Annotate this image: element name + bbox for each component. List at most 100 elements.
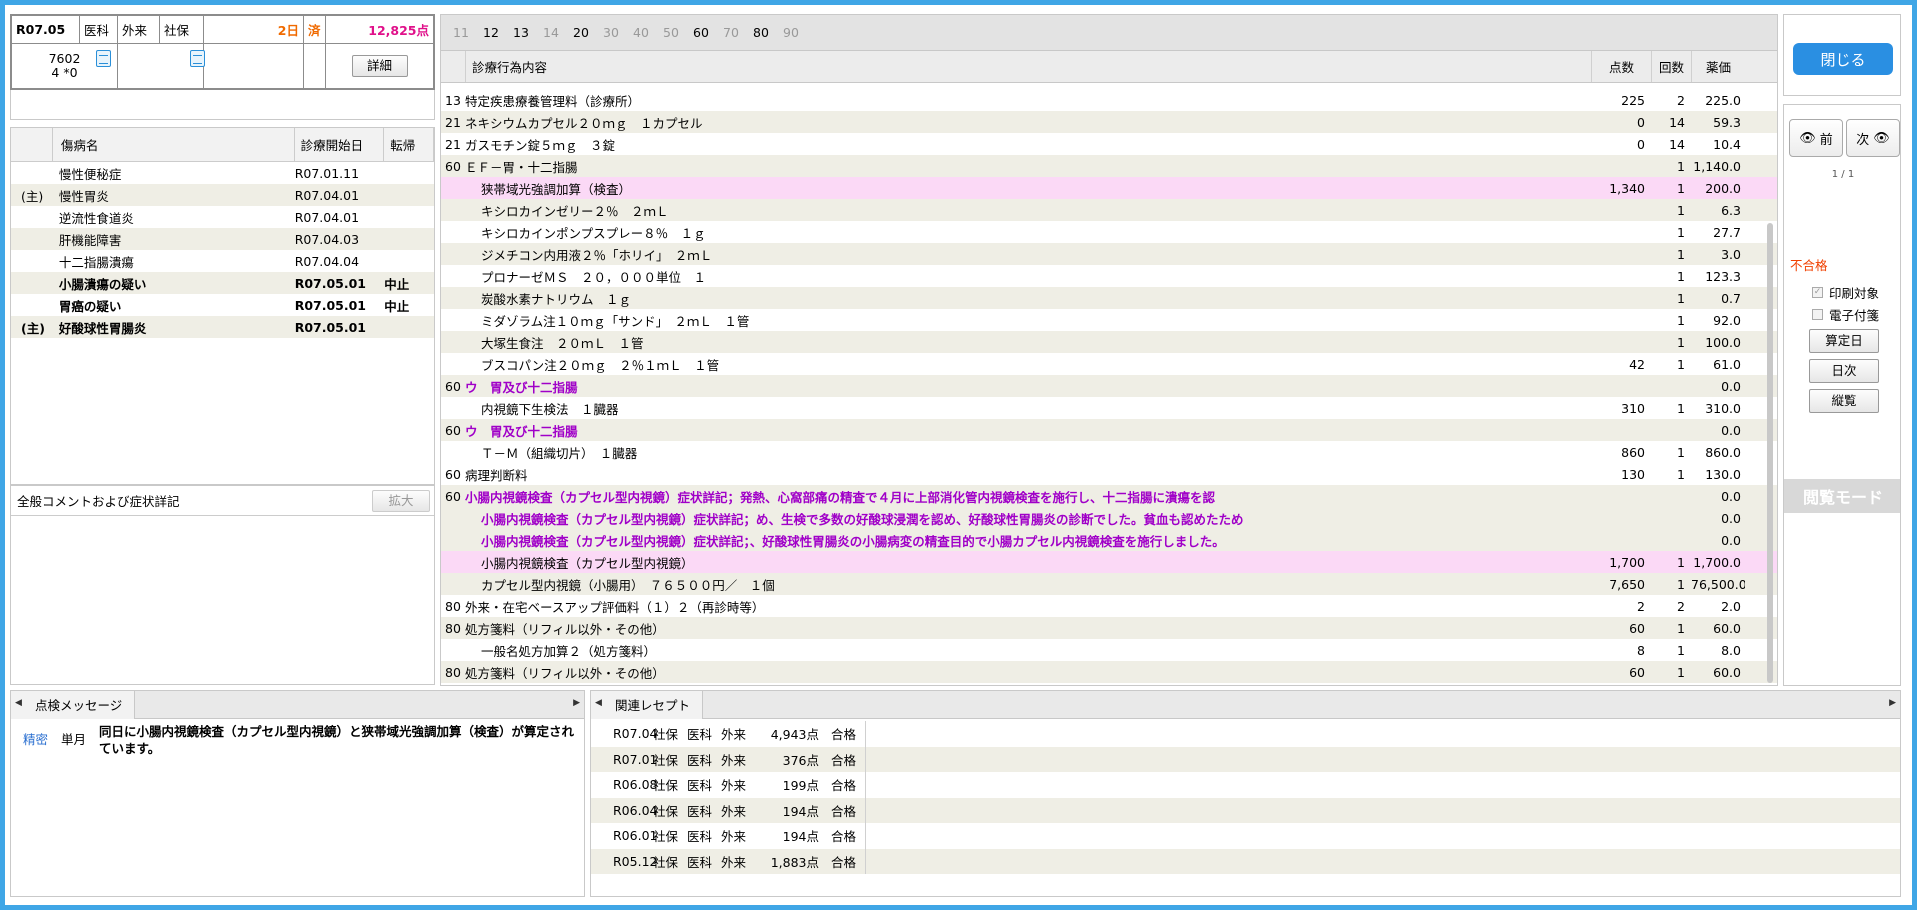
treatment-row[interactable]: 60 病理判断料 130 1 130.0 (441, 463, 1777, 485)
scroll-right-icon[interactable]: ▶ (573, 698, 580, 708)
col-treatment[interactable]: 診療行為内容 (465, 51, 1591, 82)
related-dept: 医科 (687, 829, 713, 845)
treatment-row[interactable]: 60 小腸内視鏡検査（カプセル型内視鏡）症状詳記；発熱、心窩部痛の精査で４月に上部… (441, 485, 1777, 507)
disease-row[interactable]: 肝機能障害 R07.04.03 (11, 228, 434, 250)
treatment-row[interactable]: Ｔ－Ｍ（組織切片） １臓器 860 1 860.0 (441, 441, 1777, 463)
related-receipt-row[interactable]: R07.04 社保 医科 外来 4,943点 合格 (591, 721, 1900, 747)
tab-day-13[interactable]: 13 (513, 25, 543, 40)
treatment-count: 1 (1677, 620, 1685, 636)
checkbox-checked-icon: ✓ (1812, 287, 1823, 298)
calc-day-button[interactable]: 算定日 (1809, 329, 1879, 353)
expand-button[interactable]: 拡大 (372, 489, 430, 512)
treatment-row[interactable]: 大塚生食注 ２０ｍＬ １管 1 100.0 (441, 331, 1777, 353)
treatment-count: 1 (1677, 202, 1685, 218)
scroll-left-icon[interactable]: ◀ (15, 698, 22, 708)
treatment-row[interactable]: 13 特定疾患療養管理料（診療所） 225 2 225.0 (441, 89, 1777, 111)
related-receipt-row[interactable]: R07.01 社保 医科 外来 376点 合格 (591, 746, 1900, 772)
treatment-points: 1,340 (1609, 180, 1645, 196)
treatment-amount: 27.7 (1713, 224, 1741, 240)
treatment-name: 小腸内視鏡検査（カプセル型内視鏡）症状詳記；発熱、心窩部痛の精査で４月に上部消化… (465, 489, 1216, 505)
tab-day-40[interactable]: 40 (633, 25, 663, 40)
tab-related-receipts[interactable]: 関連レセプト (591, 691, 704, 719)
next-button[interactable]: 次 👁 (1846, 119, 1900, 157)
tab-day-20[interactable]: 20 (573, 25, 603, 40)
list-view-button[interactable]: 縦覧 (1809, 389, 1879, 413)
disease-row[interactable]: (主) 慢性胃炎 R07.04.01 (11, 184, 434, 206)
treatment-code: 80 (445, 620, 461, 636)
tab-day-60[interactable]: 60 (693, 25, 723, 40)
treatment-row[interactable]: 80 外来・在宅ベースアップ評価料（１）２（再診時等） 2 2 2.0 (441, 595, 1777, 617)
scroll-right-icon[interactable]: ▶ (1889, 698, 1896, 708)
disease-row[interactable]: 十二指腸潰瘍 R07.04.04 (11, 250, 434, 272)
tab-day-70[interactable]: 70 (723, 25, 753, 40)
disease-row[interactable]: 慢性便秘症 R07.01.11 (11, 162, 434, 184)
daily-button[interactable]: 日次 (1809, 359, 1879, 383)
col-disease-name[interactable]: 傷病名 (53, 128, 295, 161)
treatment-list-header: 診療行為内容 点数 回数 薬価 (441, 51, 1777, 83)
treatment-row[interactable]: 小腸内視鏡検査（カプセル型内視鏡）症状詳記；、好酸球性胃腸炎の小腸病変の精査目的… (441, 529, 1777, 551)
check-kind[interactable]: 精密 (17, 723, 61, 757)
treatment-row[interactable]: 小腸内視鏡検査（カプセル型内視鏡） 1,700 1 1,700.0 (441, 551, 1777, 573)
treatment-amount: 59.3 (1713, 114, 1741, 130)
treatment-row[interactable]: 60 ウ 胃及び十二指腸 0.0 (441, 375, 1777, 397)
treatment-row[interactable]: 炭酸水素ナトリウム １ｇ 1 0.7 (441, 287, 1777, 309)
related-date: R06.08 (613, 777, 658, 793)
treatment-row[interactable]: ミダゾラム注１０ｍｇ「サンド」 ２ｍＬ １管 1 92.0 (441, 309, 1777, 331)
disease-table-header: 傷病名 診療開始日 転帰 (11, 128, 434, 162)
tab-day-30[interactable]: 30 (603, 25, 633, 40)
tab-day-50[interactable]: 50 (663, 25, 693, 40)
disease-prefix: (主) (21, 188, 44, 204)
document-icon[interactable] (96, 50, 111, 67)
treatment-row[interactable]: キシロカインゼリー２％ ２ｍＬ 1 6.3 (441, 199, 1777, 221)
scroll-left-icon[interactable]: ◀ (595, 698, 602, 708)
treatment-row[interactable]: 21 ネキシウムカプセル２０ｍｇ １カプセル 0 14 59.3 (441, 111, 1777, 133)
print-checkbox[interactable]: ✓ 印刷対象 (1812, 283, 1879, 302)
disease-row[interactable]: 小腸潰瘍の疑い R07.05.01 中止 (11, 272, 434, 294)
related-receipt-row[interactable]: R06.01 社保 医科 外来 194点 合格 (591, 823, 1900, 849)
tab-day-80[interactable]: 80 (753, 25, 783, 40)
document-icon[interactable] (190, 50, 205, 67)
esign-checkbox[interactable]: 電子付箋 (1812, 305, 1879, 324)
disease-row[interactable]: 胃癌の疑い R07.05.01 中止 (11, 294, 434, 316)
col-points[interactable]: 点数 (1591, 51, 1651, 82)
receipt-visit: 外来 (117, 15, 160, 44)
treatment-points: 7,650 (1609, 576, 1645, 592)
tab-day-90[interactable]: 90 (783, 25, 813, 40)
tab-day-11[interactable]: 11 (453, 25, 483, 40)
col-drug-price[interactable]: 薬価 (1691, 51, 1745, 82)
related-receipt-row[interactable]: R05.12 社保 医科 外来 1,883点 合格 (591, 848, 1900, 874)
prev-button[interactable]: 👁 前 (1789, 119, 1843, 157)
treatment-points: 42 (1629, 356, 1645, 372)
treatment-row[interactable]: 80 処方箋料（リフィル以外・その他） 60 1 60.0 (441, 617, 1777, 639)
related-receipt-row[interactable]: R06.04 社保 医科 外来 194点 合格 (591, 797, 1900, 823)
checkbox-icon (1812, 309, 1823, 320)
treatment-row[interactable]: カプセル型内視鏡（小腸用） ７６５００円／ １個 7,650 1 76,500.0 (441, 573, 1777, 595)
treatment-row[interactable]: 狭帯域光強調加算（検査） 1,340 1 200.0 (441, 177, 1777, 199)
treatment-row[interactable]: 内視鏡下生検法 １臓器 310 1 310.0 (441, 397, 1777, 419)
treatment-row[interactable]: 80 処方箋料（リフィル以外・その他） 60 1 60.0 (441, 661, 1777, 683)
treatment-code: 60 (445, 422, 461, 438)
tab-day-12[interactable]: 12 (483, 25, 513, 40)
treatment-row[interactable]: 60 ウ 胃及び十二指腸 0.0 (441, 419, 1777, 441)
treatment-row[interactable]: ブスコパン注２０ｍｇ ２％１ｍＬ １管 42 1 61.0 (441, 353, 1777, 375)
disease-row[interactable]: 逆流性食道炎 R07.04.01 (11, 206, 434, 228)
treatment-row[interactable]: キシロカインポンプスプレー８％ １ｇ 1 27.7 (441, 221, 1777, 243)
treatment-row[interactable]: ジメチコン内用液２％「ホリイ」 ２ｍＬ 1 3.0 (441, 243, 1777, 265)
related-receipt-row[interactable]: R06.08 社保 医科 外来 199点 合格 (591, 772, 1900, 798)
tab-check-message[interactable]: 点検メッセージ (11, 691, 136, 719)
col-count[interactable]: 回数 (1651, 51, 1691, 82)
treatment-scrollbar[interactable] (1765, 103, 1775, 683)
col-start-date[interactable]: 診療開始日 (295, 128, 385, 161)
tab-day-14[interactable]: 14 (543, 25, 573, 40)
treatment-row[interactable]: プロナーゼＭＳ ２０，０００単位 １ 1 123.3 (441, 265, 1777, 287)
treatment-row[interactable]: 一般名処方加算２（処方箋料） 8 1 8.0 (441, 639, 1777, 661)
scroll-thumb[interactable] (1767, 223, 1773, 683)
treatment-row[interactable]: 60 ＥＦ－胃・十二指腸 1 1,140.0 (441, 155, 1777, 177)
col-outcome[interactable]: 転帰 (384, 128, 434, 161)
treatment-row[interactable]: 21 ガスモチン錠５ｍｇ ３錠 0 14 10.4 (441, 133, 1777, 155)
disease-row[interactable]: (主) 好酸球性胃腸炎 R07.05.01 (11, 316, 434, 338)
treatment-points: 0 (1637, 136, 1645, 152)
treatment-row[interactable]: 小腸内視鏡検査（カプセル型内視鏡）症状詳記；め、生検で多数の好酸球浸潤を認め、好… (441, 507, 1777, 529)
close-button[interactable]: 閉じる (1793, 43, 1893, 75)
detail-button[interactable]: 詳細 (351, 55, 408, 77)
